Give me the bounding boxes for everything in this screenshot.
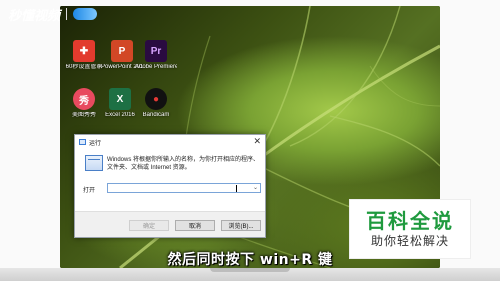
run-command-input[interactable]: ⌄ [107,183,261,193]
text-caret [236,185,237,192]
powerpoint-icon: P [111,40,133,62]
brand-mark-icon [73,8,98,20]
dialog-title: 运行 [89,140,102,147]
badge-subtitle: 助你轻松解决 [370,234,449,248]
ok-button[interactable]: 确定 [129,220,169,231]
dialog-button-bar: 确定 取消 浏览(B)... [75,211,265,237]
logo-text: 秒懂视频 [8,8,61,24]
bandicam-icon: ● [145,88,167,110]
premiere-icon: Pr [145,40,167,62]
logo-divider [66,8,68,20]
meitu-icon: 秀 [73,88,95,110]
desktop-icon-security[interactable]: ✚ 60秒设置管家 [64,40,104,71]
dialog-description: Windows 将根据你所输入的名称，为你打开相应的程序、文件夹、文档或 Int… [107,157,260,171]
desktop-icon-label: Adobe Premiere... [135,64,177,70]
desktop-icon-meitu[interactable]: 秀 美图秀秀 [64,88,104,119]
run-app-icon [79,139,86,145]
shield-plus-icon: ✚ [73,40,95,62]
browse-button[interactable]: 浏览(B)... [221,220,261,231]
desktop-icon-bandicam[interactable]: ● Bandicam [136,88,176,119]
desktop-icon-label: Bandicam [142,112,170,118]
video-frame: 秒懂视频 ✚ 60秒设置管家 P PowerPoint 2016 Pr Adob… [0,0,500,281]
cancel-button[interactable]: 取消 [175,220,215,231]
dialog-titlebar[interactable]: 运行 [75,135,265,149]
chevron-down-icon[interactable]: ⌄ [253,184,258,193]
close-icon[interactable]: ✕ [253,136,261,147]
watermark-logo: 秒懂视频 [8,4,98,24]
excel-icon: X [109,88,131,110]
baike-badge: 百科全说 助你轻松解决 [349,199,471,259]
desktop-icon-excel[interactable]: X Excel 2016 [100,88,140,119]
desktop-icon-label: 60秒设置管家 [65,64,103,70]
open-label: 打开 [83,188,96,194]
run-window-icon [85,155,103,171]
badge-title: 百科全说 [366,209,454,233]
run-dialog: 运行 ✕ Windows 将根据你所输入的名称，为你打开相应的程序、文件夹、文档… [74,134,266,238]
desktop-icon-premiere[interactable]: Pr Adobe Premiere... [135,40,177,71]
